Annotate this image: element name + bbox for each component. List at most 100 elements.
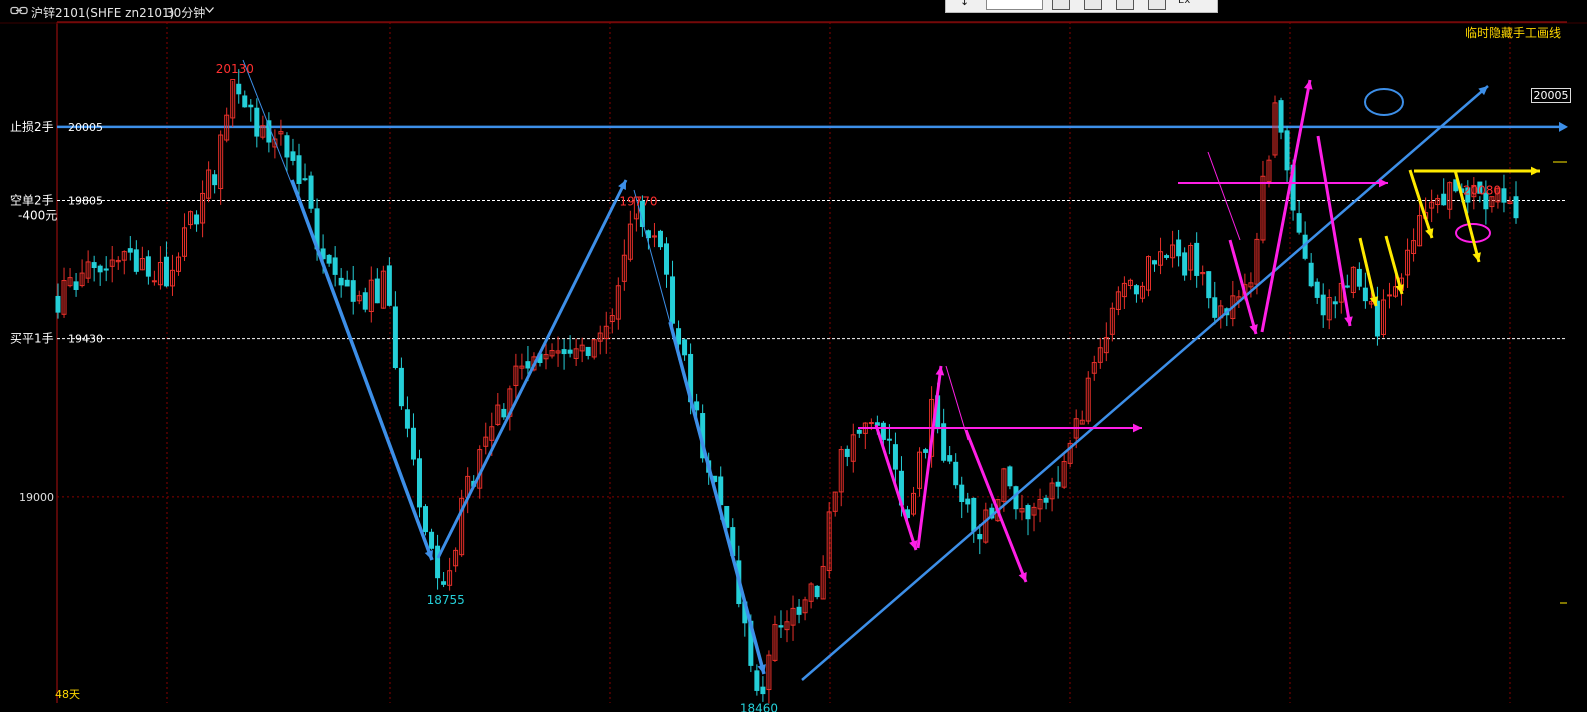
manual-drawings: [242, 59, 1567, 681]
candle-body: [567, 349, 573, 354]
candle: [182, 213, 188, 262]
candle: [790, 595, 796, 641]
candle: [350, 265, 356, 315]
candle: [1176, 229, 1182, 267]
candle: [1037, 488, 1043, 523]
candle: [483, 422, 489, 455]
candle: [206, 161, 212, 203]
candle: [302, 163, 308, 182]
candle-body: [398, 367, 404, 407]
candle-body: [1362, 287, 1368, 302]
candle: [495, 393, 501, 427]
candlestick-chart[interactable]: 19000 止损2手 20005 空单2手-400元 19805 买平1手 19430 201…: [0, 0, 1587, 712]
candle: [254, 98, 260, 148]
candle: [1326, 289, 1332, 330]
candle: [1139, 281, 1145, 303]
candle: [1115, 286, 1121, 316]
candle: [1061, 453, 1067, 489]
high-label: 20130: [216, 62, 254, 76]
level-label: 止损2手: [10, 120, 54, 134]
candle-body: [1296, 213, 1302, 233]
candle: [1513, 181, 1519, 224]
magenta-arrow: [1260, 79, 1312, 333]
candle: [1049, 477, 1055, 512]
candle-body: [410, 427, 416, 460]
hide-drawings-button[interactable]: 临时隐藏手工画线: [1465, 24, 1561, 41]
candle: [139, 246, 145, 271]
candle: [941, 408, 947, 463]
candle: [971, 497, 977, 543]
candle-body: [1314, 281, 1320, 298]
candle-body: [326, 254, 332, 264]
candle: [754, 664, 760, 696]
candle-body: [362, 292, 368, 310]
candle: [844, 445, 850, 467]
high-label: 20080: [1463, 183, 1501, 197]
candle: [290, 138, 296, 166]
candle-body: [266, 120, 272, 143]
candle: [103, 256, 109, 282]
candle: [850, 423, 856, 473]
candle: [1441, 178, 1447, 206]
candle: [1356, 262, 1362, 291]
candle: [1031, 502, 1037, 532]
magenta-arrow-head: [1132, 423, 1142, 433]
candle: [784, 610, 790, 643]
candle: [862, 422, 868, 450]
candle: [1296, 200, 1302, 235]
candle-body: [338, 277, 344, 286]
candle: [826, 502, 832, 579]
candle-body: [682, 339, 688, 356]
candle: [832, 491, 838, 517]
candle: [1109, 302, 1115, 342]
magenta-line: [1207, 151, 1241, 241]
candle-body: [423, 506, 429, 533]
current-price-tag: 20005: [1531, 88, 1571, 103]
candle: [163, 241, 169, 288]
candle-body: [959, 484, 965, 502]
candle: [1429, 189, 1435, 223]
candle: [338, 268, 344, 298]
candle: [1145, 255, 1151, 297]
candle: [917, 447, 923, 497]
candle: [61, 267, 67, 318]
candle: [1230, 280, 1236, 327]
low-label: 18755: [427, 593, 465, 607]
candle: [344, 270, 350, 287]
candle: [1200, 265, 1206, 286]
candle-body: [97, 265, 103, 273]
candle: [1405, 238, 1411, 288]
candle: [151, 270, 157, 286]
low-label: 18460: [740, 702, 778, 712]
candle-body: [953, 461, 959, 486]
candle: [1182, 247, 1188, 281]
candle-body: [585, 346, 591, 356]
level-label: 空单2手: [10, 194, 54, 208]
candle: [224, 107, 230, 143]
candle-body: [664, 243, 670, 275]
candle-body: [1332, 301, 1338, 305]
candle: [1097, 337, 1103, 369]
candle-body: [374, 278, 380, 304]
candle: [923, 447, 929, 459]
trend-arrow-up: [801, 85, 1489, 681]
chart-labels: 19000 止损2手 20005 空单2手-400元 19805 买平1手 19430 201…: [10, 62, 1501, 712]
candle: [73, 272, 79, 297]
candle-body: [127, 248, 133, 253]
candle-body: [1176, 239, 1182, 257]
candle: [435, 534, 441, 590]
candle-body: [868, 422, 874, 425]
candle-body: [1013, 486, 1019, 510]
candle-body: [344, 279, 350, 287]
yellow-arrow: [1408, 169, 1434, 239]
candle: [91, 255, 97, 282]
candle-body: [1284, 130, 1290, 171]
candle: [109, 246, 115, 283]
candle: [766, 650, 772, 704]
candle: [1091, 355, 1097, 381]
candle: [651, 222, 657, 248]
candle: [416, 449, 422, 518]
candle: [911, 486, 917, 517]
candle-body: [91, 262, 97, 269]
candle: [1121, 276, 1127, 309]
